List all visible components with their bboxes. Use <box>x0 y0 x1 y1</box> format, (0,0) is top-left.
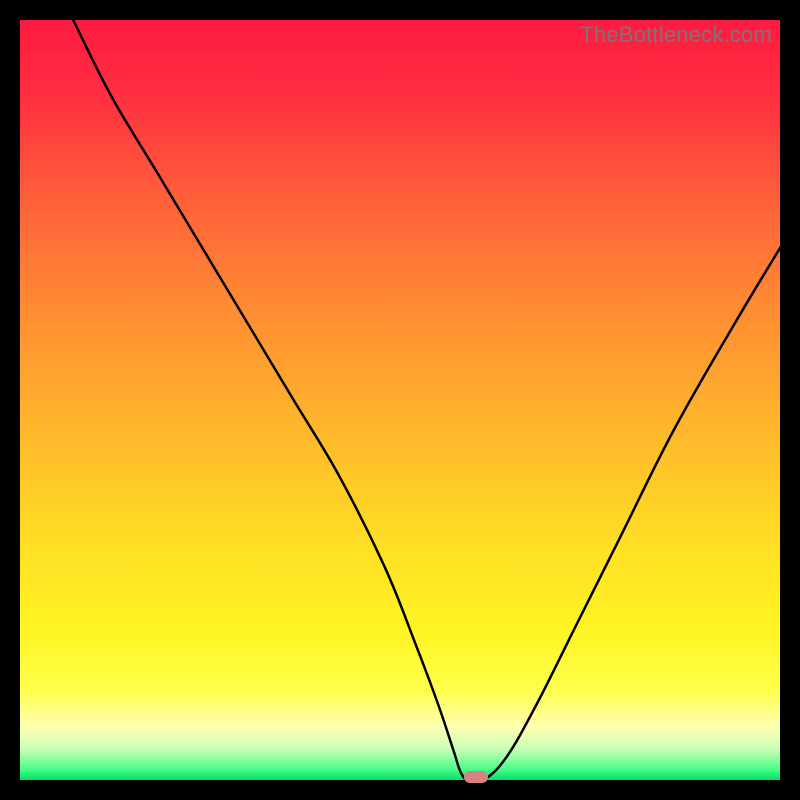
chart-frame: TheBottleneck.com <box>0 0 800 800</box>
optimal-point-marker <box>464 771 488 783</box>
plot-area: TheBottleneck.com <box>20 20 780 780</box>
bottleneck-curve <box>20 20 780 780</box>
